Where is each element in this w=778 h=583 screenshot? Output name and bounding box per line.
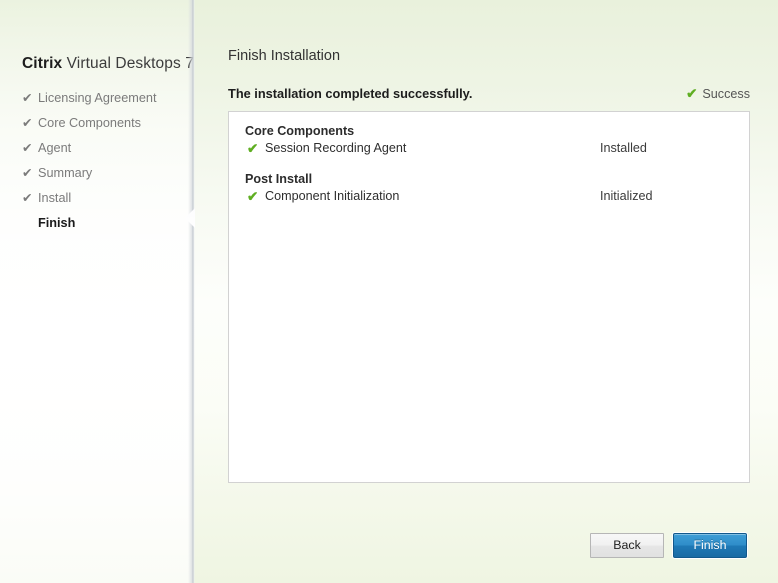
- result-group: Core Components ✔ Session Recording Agent I…: [229, 112, 749, 159]
- page-title: Finish Installation: [228, 48, 341, 64]
- component-success-check-icon: ✔: [247, 189, 259, 204]
- result-group-title: Core Components: [245, 124, 355, 138]
- step-complete-check-icon: ✔: [22, 141, 33, 155]
- step-complete-check-icon: ✔: [22, 91, 33, 105]
- step-label: Licensing Agreement: [38, 91, 157, 105]
- sidebar-step-agent[interactable]: ✔ Agent: [22, 136, 187, 161]
- component-name: Session Recording Agent: [265, 141, 407, 155]
- step-complete-check-icon: ✔: [22, 166, 33, 180]
- finish-button[interactable]: Finish: [673, 533, 747, 558]
- wizard-step-list: ✔ Licensing Agreement ✔ Core Components ✔ Age…: [22, 86, 187, 236]
- result-group: Post Install ✔ Component Initialization Ini…: [229, 159, 749, 207]
- sidebar-step-install[interactable]: ✔ Install: [22, 186, 187, 211]
- component-status: Initialized: [600, 189, 653, 203]
- overall-status-badge: ✔ Success: [686, 86, 750, 102]
- overall-status-label: Success: [702, 87, 750, 101]
- step-label: Install: [38, 191, 72, 205]
- sidebar-step-core-components[interactable]: ✔ Core Components: [22, 111, 187, 136]
- wizard-footer: Back Finish: [195, 503, 778, 583]
- sidebar-step-finish[interactable]: Finish: [22, 211, 187, 236]
- component-success-check-icon: ✔: [247, 141, 259, 156]
- sidebar-step-summary[interactable]: ✔ Summary: [22, 161, 187, 186]
- back-button[interactable]: Back: [590, 533, 664, 558]
- main-content: Finish Installation The installation com…: [195, 0, 778, 583]
- installer-window: Citrix Virtual Desktops 7 ✔ Licensing Agr…: [0, 0, 778, 583]
- sidebar-step-licensing-agreement[interactable]: ✔ Licensing Agreement: [22, 86, 187, 111]
- result-row: ✔ Component Initialization Initialized: [229, 186, 749, 207]
- result-group-title: Post Install: [245, 172, 313, 186]
- brand-name: Citrix: [22, 55, 63, 72]
- step-label: Finish: [38, 216, 76, 230]
- component-name: Component Initialization: [265, 189, 400, 203]
- citrix-brand-logo: Citrix Virtual Desktops 7: [22, 55, 194, 73]
- component-status: Installed: [600, 141, 647, 155]
- success-check-icon: ✔: [686, 86, 698, 101]
- result-summary-line: The installation completed successfully.…: [228, 86, 750, 104]
- step-complete-check-icon: ✔: [22, 191, 33, 205]
- result-row: ✔ Session Recording Agent Installed: [229, 138, 749, 159]
- step-complete-check-icon: ✔: [22, 116, 33, 130]
- step-label: Agent: [38, 141, 72, 155]
- wizard-sidebar: Citrix Virtual Desktops 7 ✔ Licensing Agr…: [0, 0, 194, 583]
- install-results-panel: Core Components ✔ Session Recording Agent I…: [228, 111, 750, 483]
- brand-product: Virtual Desktops 7: [62, 55, 194, 72]
- step-label: Core Components: [38, 116, 141, 130]
- step-label: Summary: [38, 166, 93, 180]
- sidebar-divider: [188, 0, 195, 583]
- result-message: The installation completed successfully.: [228, 86, 473, 101]
